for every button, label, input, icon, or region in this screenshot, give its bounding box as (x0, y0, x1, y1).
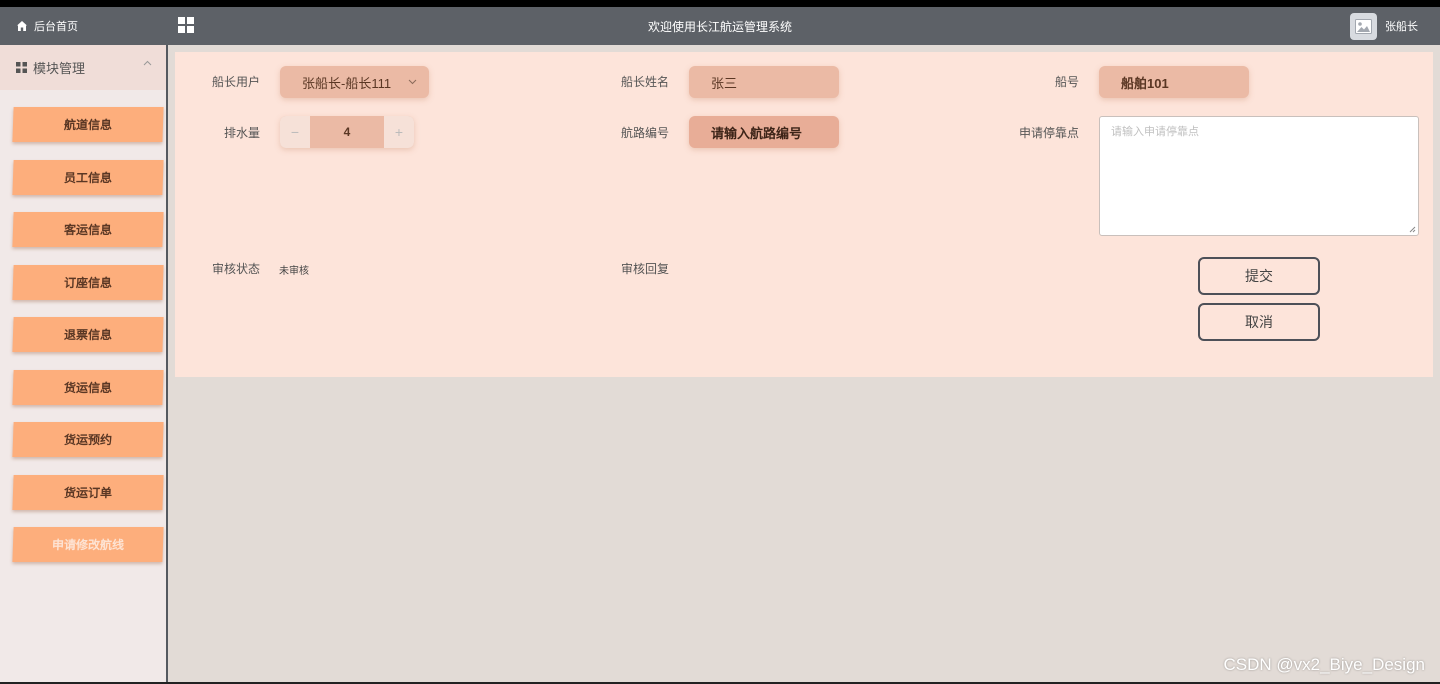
form-panel: 船长用户 张船长-船长111 船长姓名 张三 船号 船舶101 排水量 − 4 … (175, 52, 1433, 377)
home-link[interactable]: 后台首页 (0, 7, 167, 45)
captain-user-label: 船长用户 (211, 75, 260, 89)
watermark: CSDN @vx2_Biye_Design (1223, 655, 1425, 674)
user-name: 张船长 (1385, 21, 1418, 33)
ship-no-label: 船号 (1054, 75, 1079, 89)
dock-label: 申请停靠点 (1018, 126, 1079, 140)
route-no-field[interactable]: 请输入航路编号 (689, 116, 839, 148)
module-title: 模块管理 (33, 61, 86, 76)
sidebar-item-refund-info[interactable]: 退票信息 (12, 317, 164, 352)
sidebar-item-channel-info[interactable]: 航道信息 (12, 107, 164, 142)
chevron-up-icon (143, 60, 152, 66)
review-status-value: 未审核 (279, 266, 309, 277)
cancel-button[interactable]: 取消 (1198, 303, 1320, 341)
sidebar-item-booking-info[interactable]: 订座信息 (12, 264, 164, 300)
displacement-label: 排水量 (223, 126, 260, 140)
captain-name-label: 船长姓名 (620, 75, 669, 89)
captain-user-value: 张船长-船长111 (302, 75, 392, 91)
ship-no-field[interactable]: 船舶101 (1099, 66, 1249, 98)
displacement-stepper: − 4 + (280, 116, 414, 148)
sidebar-item-freight-info[interactable]: 货运信息 (12, 369, 164, 405)
sidebar-item-route-change-request[interactable]: 申请修改航线 (12, 527, 164, 562)
sidebar: 模块管理 航道信息 员工信息 客运信息 订座信息 退票信息 货运信息 货运预约 … (0, 45, 168, 682)
user-menu[interactable]: 张船长 (1350, 11, 1418, 41)
module-header[interactable]: 模块管理 (0, 45, 166, 90)
review-status-label: 审核状态 (211, 262, 260, 276)
welcome-title: 欢迎使用长江航运管理系统 (647, 19, 792, 34)
sidebar-menu: 航道信息 员工信息 客运信息 订座信息 退票信息 货运信息 货运预约 货运订单 … (0, 90, 166, 562)
captain-name-field[interactable]: 张三 (689, 66, 839, 98)
dock-placeholder: 请输入申请停靠点 (1111, 126, 1199, 138)
displacement-value[interactable]: 4 (310, 116, 384, 148)
review-reply-label: 审核回复 (620, 262, 669, 276)
avatar (1350, 12, 1377, 40)
route-no-label: 航路编号 (620, 126, 669, 140)
chevron-down-icon (408, 79, 417, 85)
grid-icon[interactable] (178, 17, 194, 33)
home-label: 后台首页 (34, 21, 78, 33)
top-header: 后台首页 欢迎使用长江航运管理系统 张船长 (0, 7, 1440, 45)
dock-textarea[interactable]: 请输入申请停靠点 (1099, 116, 1419, 236)
decrement-button[interactable]: − (280, 116, 310, 148)
sidebar-item-freight-orders[interactable]: 货运订单 (12, 474, 164, 510)
submit-button[interactable]: 提交 (1198, 257, 1320, 295)
captain-user-select[interactable]: 张船长-船长111 (280, 66, 429, 98)
resize-grip-icon[interactable] (1409, 226, 1416, 233)
image-icon (1355, 18, 1372, 34)
sidebar-item-passenger-info[interactable]: 客运信息 (12, 212, 164, 247)
sidebar-item-freight-reservation[interactable]: 货运预约 (12, 422, 164, 457)
grid-small-icon (16, 62, 27, 73)
sidebar-item-staff-info[interactable]: 员工信息 (12, 159, 164, 195)
increment-button[interactable]: + (384, 116, 414, 148)
top-strip (0, 0, 1440, 7)
home-icon (17, 21, 27, 31)
